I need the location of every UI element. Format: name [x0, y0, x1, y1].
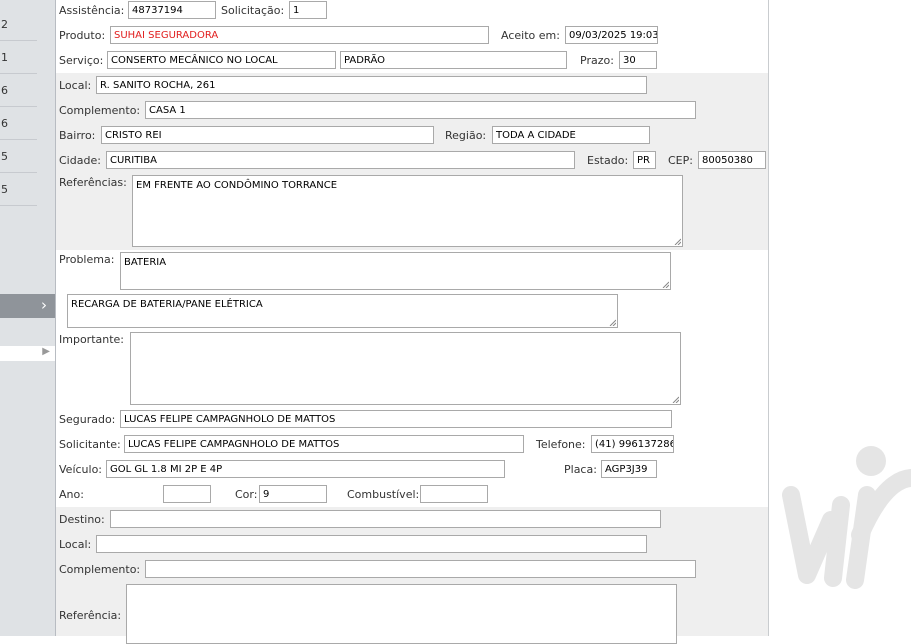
- produto-label: Produto:: [59, 29, 106, 42]
- problema-label: Problema:: [59, 253, 115, 266]
- aceito-label: Aceito em:: [501, 29, 560, 42]
- placa-field[interactable]: AGP3J39: [601, 460, 657, 478]
- solicitacao-label: Solicitação:: [221, 4, 285, 17]
- problema-text: BATERIA: [124, 257, 167, 268]
- sidebar-row-count: 6: [1, 84, 8, 97]
- aceito-field[interactable]: 09/03/2025 19:03: [565, 26, 658, 44]
- problema-detalhe-text: RECARGA DE BATERIA/PANE ELÉTRICA: [71, 299, 263, 310]
- left-sidebar: 2 1 6 6 5 5 › ▶: [0, 0, 56, 636]
- resize-grip-icon[interactable]: [673, 237, 681, 245]
- sidebar-row[interactable]: 6: [0, 107, 37, 140]
- solicitante-label: Solicitante:: [59, 438, 121, 451]
- segurado-label: Segurado:: [59, 413, 116, 426]
- destino-complemento-label: Complemento:: [59, 563, 141, 576]
- complemento-label: Complemento:: [59, 104, 141, 117]
- destino-complemento-field[interactable]: [145, 560, 696, 578]
- telefone-label: Telefone:: [536, 438, 586, 451]
- telefone-field[interactable]: (41) 996137286: [591, 435, 674, 453]
- sidebar-row-count: 5: [1, 183, 8, 196]
- cidade-label: Cidade:: [59, 154, 101, 167]
- complemento-field[interactable]: CASA 1: [145, 101, 696, 119]
- referencias-label: Referências:: [59, 176, 127, 189]
- cidade-field[interactable]: CURITIBA: [106, 151, 575, 169]
- produto-field[interactable]: SUHAI SEGURADORA: [110, 26, 489, 44]
- logo-watermark: [782, 446, 911, 589]
- bairro-label: Bairro:: [59, 129, 96, 142]
- ano-field[interactable]: [163, 485, 211, 503]
- referencias-textarea[interactable]: EM FRENTE AO CONDÔMINO TORRANCE: [132, 175, 683, 247]
- sidebar-row-count: 5: [1, 150, 8, 163]
- servico-tipo-field[interactable]: PADRÃO: [340, 51, 567, 69]
- local-label: Local:: [59, 79, 92, 92]
- combustivel-label: Combustível:: [347, 488, 420, 501]
- referencias-text: EM FRENTE AO CONDÔMINO TORRANCE: [136, 180, 338, 191]
- sidebar-row-count: 1: [1, 51, 8, 64]
- destino-local-field[interactable]: [96, 535, 647, 553]
- estado-field[interactable]: PR: [633, 151, 656, 169]
- solicitante-field[interactable]: LUCAS FELIPE CAMPAGNHOLO DE MATTOS: [124, 435, 524, 453]
- combustivel-field[interactable]: [420, 485, 488, 503]
- sidebar-row[interactable]: 5: [0, 173, 37, 206]
- veiculo-field[interactable]: GOL GL 1.8 MI 2P E 4P: [106, 460, 505, 478]
- cor-field[interactable]: 9: [259, 485, 327, 503]
- problema-textarea[interactable]: BATERIA: [120, 252, 671, 290]
- servico-field[interactable]: CONSERTO MECÂNICO NO LOCAL: [107, 51, 336, 69]
- service-form: Assistência: 48737194 Solicitação: 1 Pro…: [56, 0, 769, 644]
- segurado-field[interactable]: LUCAS FELIPE CAMPAGNHOLO DE MATTOS: [120, 410, 672, 428]
- chevron-right-icon: ›: [41, 296, 47, 314]
- sidebar-row[interactable]: 5: [0, 140, 37, 173]
- sidebar-expand-button[interactable]: ›: [0, 294, 55, 318]
- destino-field[interactable]: [110, 510, 661, 528]
- destino-referencia-textarea[interactable]: [126, 584, 677, 644]
- resize-grip-icon[interactable]: [671, 395, 679, 403]
- destino-referencia-label: Referência:: [59, 609, 122, 622]
- regiao-field[interactable]: TODA A CIDADE: [492, 126, 650, 144]
- destino-label: Destino:: [59, 513, 105, 526]
- resize-grip-icon[interactable]: [608, 318, 616, 326]
- cep-label: CEP:: [668, 154, 693, 167]
- assistencia-field[interactable]: 48737194: [128, 1, 216, 19]
- prazo-field[interactable]: 30: [619, 51, 657, 69]
- problema-detalhe-textarea[interactable]: RECARGA DE BATERIA/PANE ELÉTRICA: [67, 294, 618, 328]
- servico-label: Serviço:: [59, 54, 104, 67]
- prazo-label: Prazo:: [580, 54, 614, 67]
- local-field[interactable]: R. SANITO ROCHA, 261: [96, 76, 647, 94]
- assistencia-label: Assistência:: [59, 4, 125, 17]
- importante-textarea[interactable]: [130, 332, 681, 405]
- caret-right-icon: ▶: [42, 346, 50, 357]
- destino-local-label: Local:: [59, 538, 92, 551]
- cep-field[interactable]: 80050380: [698, 151, 766, 169]
- importante-label: Importante:: [59, 333, 125, 346]
- ano-label: Ano:: [59, 488, 84, 501]
- sidebar-selected-row[interactable]: ▶: [0, 346, 55, 361]
- veiculo-label: Veículo:: [59, 463, 103, 476]
- solicitacao-field[interactable]: 1: [289, 1, 327, 19]
- sidebar-row[interactable]: 1: [0, 41, 37, 74]
- cor-label: Cor:: [235, 488, 258, 501]
- sidebar-row-count: 6: [1, 117, 8, 130]
- sidebar-row[interactable]: 2: [0, 8, 37, 41]
- resize-grip-icon[interactable]: [661, 280, 669, 288]
- sidebar-row-count: 2: [1, 18, 8, 31]
- sidebar-row[interactable]: 6: [0, 74, 37, 107]
- placa-label: Placa:: [564, 463, 597, 476]
- bairro-field[interactable]: CRISTO REI: [101, 126, 434, 144]
- regiao-label: Região:: [445, 129, 487, 142]
- estado-label: Estado:: [587, 154, 629, 167]
